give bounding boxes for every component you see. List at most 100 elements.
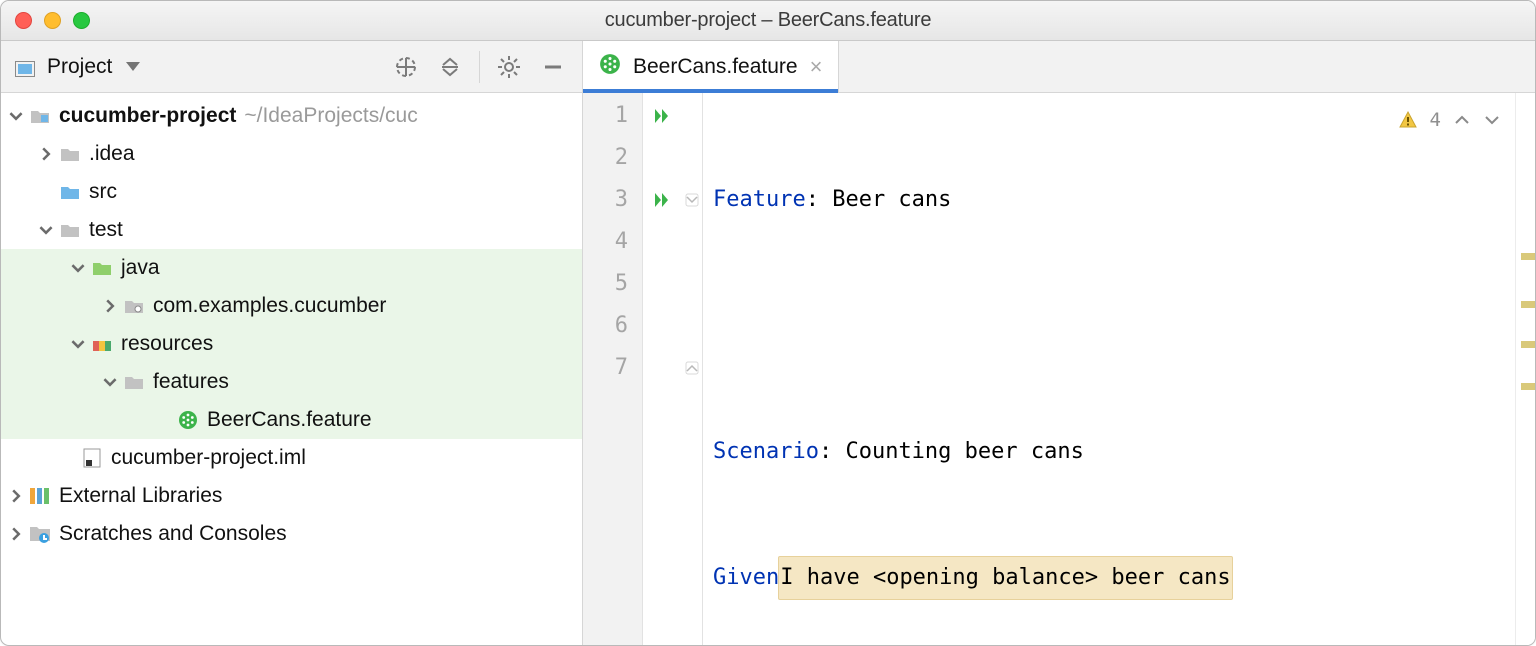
keyword-scenario: Scenario xyxy=(713,431,819,473)
tree-node-idea[interactable]: .idea xyxy=(1,135,582,173)
test-source-folder-icon xyxy=(89,260,115,276)
chevron-down-icon[interactable] xyxy=(103,375,117,389)
inspection-widget[interactable]: 4 xyxy=(1398,99,1501,141)
settings-button[interactable] xyxy=(490,48,528,86)
line-number[interactable]: 2 xyxy=(583,137,642,179)
warning-icon xyxy=(1398,110,1418,130)
tree-node-label: com.examples.cucumber xyxy=(153,294,386,318)
warning-stripe-mark[interactable] xyxy=(1521,341,1535,348)
project-view-label[interactable]: Project xyxy=(47,55,112,79)
editor-tab-active[interactable]: BeerCans.feature × xyxy=(583,41,839,92)
main-area: Project xyxy=(1,41,1535,645)
tree-node-external-libraries[interactable]: External Libraries xyxy=(1,477,582,515)
ide-window: cucumber-project – BeerCans.feature Proj… xyxy=(0,0,1536,646)
chevron-down-icon[interactable] xyxy=(71,337,85,351)
chevron-right-icon[interactable] xyxy=(9,527,23,541)
code-line[interactable]: Feature: Beer cans xyxy=(713,179,1515,221)
line-number[interactable]: 7 xyxy=(583,347,642,389)
project-tree[interactable]: cucumber-project ~/IdeaProjects/cuc .ide… xyxy=(1,93,582,645)
code-line[interactable]: Given I have <opening balance> beer cans xyxy=(713,557,1515,599)
chevron-right-icon[interactable] xyxy=(103,299,117,313)
hide-sidebar-button[interactable] xyxy=(534,48,572,86)
tree-node-resources[interactable]: resources xyxy=(1,325,582,363)
keyword-feature: Feature xyxy=(713,179,806,221)
tree-node-src[interactable]: src xyxy=(1,173,582,211)
close-window-button[interactable] xyxy=(15,12,32,29)
locate-file-button[interactable] xyxy=(387,48,425,86)
project-toolbar: Project xyxy=(1,41,582,93)
editor-tabs: BeerCans.feature × xyxy=(583,41,1535,93)
warning-stripe-mark[interactable] xyxy=(1521,253,1535,260)
tree-node-feature-file[interactable]: BeerCans.feature xyxy=(1,401,582,439)
chevron-right-icon[interactable] xyxy=(39,147,53,161)
line-number[interactable]: 3 xyxy=(583,179,642,221)
test-resources-folder-icon xyxy=(89,336,115,352)
toolbar-separator xyxy=(479,51,480,83)
tree-node-label: test xyxy=(89,218,123,242)
line-number[interactable]: 6 xyxy=(583,305,642,347)
tree-node-label: .idea xyxy=(89,142,135,166)
module-icon xyxy=(27,108,53,124)
source-folder-icon xyxy=(57,184,83,200)
editor-pane: BeerCans.feature × 1 2 3 4 5 6 7 xyxy=(583,41,1535,645)
next-highlight-icon[interactable] xyxy=(1483,111,1501,129)
package-icon xyxy=(121,298,147,314)
tree-node-path: ~/IdeaProjects/cuc xyxy=(244,104,417,128)
tree-node-features[interactable]: features xyxy=(1,363,582,401)
code-text: : Beer cans xyxy=(806,179,952,221)
window-controls xyxy=(15,12,90,29)
error-stripe[interactable] xyxy=(1515,93,1535,645)
iml-file-icon xyxy=(79,448,105,468)
tree-node-iml[interactable]: cucumber-project.iml xyxy=(1,439,582,477)
window-title: cucumber-project – BeerCans.feature xyxy=(1,9,1535,32)
run-scenario-icon[interactable] xyxy=(653,191,671,209)
tree-node-label: cucumber-project xyxy=(59,104,236,128)
collapse-all-button[interactable] xyxy=(431,48,469,86)
tree-node-label: src xyxy=(89,180,117,204)
prev-highlight-icon[interactable] xyxy=(1453,111,1471,129)
warning-stripe-mark[interactable] xyxy=(1521,301,1535,308)
editor-body: 1 2 3 4 5 6 7 xyxy=(583,93,1535,645)
tree-node-scratches[interactable]: Scratches and Consoles xyxy=(1,515,582,553)
code-line[interactable]: Scenario: Counting beer cans xyxy=(713,431,1515,473)
chevron-right-icon[interactable] xyxy=(9,489,23,503)
tree-node-label: cucumber-project.iml xyxy=(111,446,306,470)
chevron-down-icon[interactable] xyxy=(39,223,53,237)
project-sidebar: Project xyxy=(1,41,583,645)
folder-icon xyxy=(57,222,83,238)
line-number[interactable]: 4 xyxy=(583,221,642,263)
zoom-window-button[interactable] xyxy=(73,12,90,29)
titlebar: cucumber-project – BeerCans.feature xyxy=(1,1,1535,41)
run-feature-icon[interactable] xyxy=(653,107,671,125)
libraries-icon xyxy=(27,486,53,506)
tree-node-label: java xyxy=(121,256,160,280)
line-number-gutter[interactable]: 1 2 3 4 5 6 7 xyxy=(583,93,643,645)
code-line[interactable] xyxy=(713,305,1515,347)
keyword-given: Given xyxy=(713,557,779,599)
run-gutter[interactable] xyxy=(643,93,681,645)
chevron-down-icon[interactable] xyxy=(9,109,23,123)
line-number[interactable]: 5 xyxy=(583,263,642,305)
tree-node-test[interactable]: test xyxy=(1,211,582,249)
cucumber-file-icon xyxy=(175,410,201,430)
chevron-down-icon[interactable] xyxy=(71,261,85,275)
close-tab-button[interactable]: × xyxy=(810,56,823,78)
minimize-window-button[interactable] xyxy=(44,12,61,29)
tree-node-root[interactable]: cucumber-project ~/IdeaProjects/cuc xyxy=(1,97,582,135)
code-area[interactable]: Feature: Beer cans Scenario: Counting be… xyxy=(703,93,1515,645)
fold-start-icon[interactable] xyxy=(685,193,699,207)
fold-end-icon[interactable] xyxy=(685,361,699,375)
code-text: : Counting beer cans xyxy=(819,431,1084,473)
step-text: I have <opening balance> beer cans xyxy=(778,556,1232,600)
tree-node-java[interactable]: java xyxy=(1,249,582,287)
fold-gutter[interactable] xyxy=(681,93,703,645)
tree-node-label: Scratches and Consoles xyxy=(59,522,287,546)
line-number[interactable]: 1 xyxy=(583,95,642,137)
warning-stripe-mark[interactable] xyxy=(1521,383,1535,390)
project-view-dropdown-icon[interactable] xyxy=(126,62,140,71)
project-view-icon xyxy=(15,59,35,75)
tree-node-package[interactable]: com.examples.cucumber xyxy=(1,287,582,325)
tree-node-label: External Libraries xyxy=(59,484,222,508)
folder-icon xyxy=(57,146,83,162)
tree-node-label: BeerCans.feature xyxy=(207,408,372,432)
